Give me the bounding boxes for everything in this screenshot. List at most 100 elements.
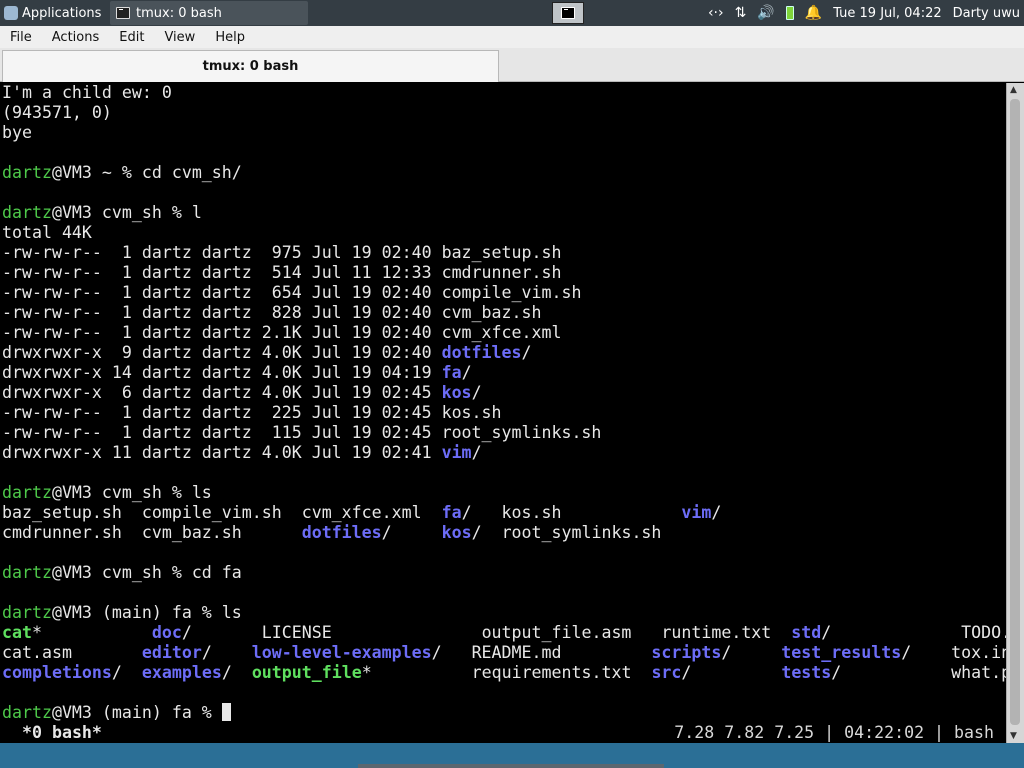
menu-view[interactable]: View bbox=[154, 30, 205, 45]
terminal-text: dartz bbox=[2, 703, 52, 722]
terminal-line: -rw-rw-r-- 1 dartz dartz 975 Jul 19 02:4… bbox=[2, 243, 1006, 263]
terminal-text: dotfiles bbox=[301, 523, 382, 542]
user-name[interactable]: Darty uwu bbox=[953, 6, 1020, 21]
terminal-line: dartz@VM3 (main) fa % bbox=[2, 703, 1006, 723]
menu-edit[interactable]: Edit bbox=[109, 30, 154, 45]
tmux-window-list[interactable]: *0 bash* bbox=[12, 723, 102, 743]
terminal-text: -rw-rw-r-- 1 dartz dartz 654 Jul 19 02:4… bbox=[2, 283, 582, 302]
bottom-dock[interactable] bbox=[358, 764, 664, 768]
terminal-output[interactable]: I'm a child ew: 0 (943571, 0) bye dartz@VM3… bbox=[0, 83, 1006, 743]
system-tray: ‹·› ⇅ 🔊 🔔 Tue 19 Jul, 04:22 Darty uwu bbox=[708, 0, 1024, 26]
terminal-text: / TODO.md bbox=[821, 623, 1006, 642]
terminal-text: @VM3 (main) fa % bbox=[51, 703, 222, 722]
terminal-text: vim bbox=[681, 503, 712, 522]
terminal-text: std bbox=[791, 623, 822, 642]
terminal-cursor bbox=[221, 703, 231, 721]
terminal-text: fa bbox=[441, 363, 462, 382]
terminal-text: -rw-rw-r-- 1 dartz dartz 975 Jul 19 02:4… bbox=[2, 243, 562, 262]
terminal-text: / bbox=[381, 523, 442, 542]
terminal-text: / README.md bbox=[431, 643, 652, 662]
terminal-text: scripts bbox=[651, 643, 722, 662]
terminal-text: / bbox=[201, 643, 252, 662]
scroll-up-arrow-icon[interactable]: ▲ bbox=[1010, 85, 1017, 95]
terminal-text: * bbox=[31, 623, 152, 642]
terminal-text: @VM3 cvm_sh % l bbox=[51, 203, 202, 222]
terminal-line: I'm a child ew: 0 bbox=[2, 83, 1006, 103]
volume-icon[interactable]: 🔊 bbox=[757, 5, 774, 21]
terminal-text: -rw-rw-r-- 1 dartz dartz 225 Jul 19 02:4… bbox=[2, 403, 502, 422]
terminal-text: * requirements.txt bbox=[361, 663, 652, 682]
terminal-line: dartz@VM3 cvm_sh % ls bbox=[2, 483, 1006, 503]
terminal-line: drwxrwxr-x 11 dartz dartz 4.0K Jul 19 02… bbox=[2, 443, 1006, 463]
applications-menu[interactable]: Applications bbox=[0, 0, 105, 26]
menu-bar: File Actions Edit View Help bbox=[0, 26, 1024, 48]
terminal-line: -rw-rw-r-- 1 dartz dartz 225 Jul 19 02:4… bbox=[2, 403, 1006, 423]
terminal-scrollbar[interactable]: ▲ ▼ bbox=[1006, 83, 1024, 743]
workspace-pager[interactable] bbox=[552, 2, 584, 24]
terminal-text: / bbox=[471, 383, 482, 402]
terminal-line: -rw-rw-r-- 1 dartz dartz 828 Jul 19 02:4… bbox=[2, 303, 1006, 323]
menu-help[interactable]: Help bbox=[205, 30, 255, 45]
menu-file[interactable]: File bbox=[0, 30, 42, 45]
tab-bar: tmux: 0 bash bbox=[0, 48, 1024, 82]
terminal-line: total 44K bbox=[2, 223, 1006, 243]
taskbar-window-title: tmux: 0 bash bbox=[136, 5, 222, 21]
terminal-line: baz_setup.sh compile_vim.sh cvm_xfce.xml… bbox=[2, 503, 1006, 523]
terminal-text: total 44K bbox=[2, 223, 92, 242]
terminal-line: completions/ examples/ output_file* requ… bbox=[2, 663, 1006, 683]
desktop-bottom-panel bbox=[0, 743, 1024, 768]
clock[interactable]: Tue 19 Jul, 04:22 bbox=[833, 6, 941, 21]
terminal-text: @VM3 cvm_sh % ls bbox=[51, 483, 212, 502]
network-icon[interactable]: ‹·› bbox=[708, 5, 724, 21]
terminal-text: kos bbox=[441, 383, 472, 402]
terminal-text: drwxrwxr-x 11 dartz dartz 4.0K Jul 19 02… bbox=[2, 443, 442, 462]
terminal-text: / tox.ini bbox=[901, 643, 1006, 662]
terminal-line: dartz@VM3 (main) fa % ls bbox=[2, 603, 1006, 623]
taskbar-window-button[interactable]: tmux: 0 bash bbox=[110, 1, 308, 25]
terminal-line: drwxrwxr-x 14 dartz dartz 4.0K Jul 19 04… bbox=[2, 363, 1006, 383]
terminal-text: drwxrwxr-x 14 dartz dartz 4.0K Jul 19 04… bbox=[2, 363, 442, 382]
battery-icon[interactable] bbox=[785, 6, 794, 20]
terminal-text: dartz bbox=[2, 483, 52, 502]
terminal-text: / LICENSE output_file.asm runtime.txt bbox=[181, 623, 792, 642]
terminal-icon bbox=[561, 7, 575, 19]
terminal-text: tests bbox=[781, 663, 832, 682]
terminal-text: dartz bbox=[2, 203, 52, 222]
terminal-text: / what.py bbox=[831, 663, 1006, 682]
terminal-line: dartz@VM3 ~ % cd cvm_sh/ bbox=[2, 163, 1006, 183]
menu-actions[interactable]: Actions bbox=[42, 30, 110, 45]
terminal-text: low-level-examples bbox=[251, 643, 432, 662]
terminal-text: / bbox=[521, 343, 532, 362]
terminal-text: / bbox=[111, 663, 142, 682]
applications-label: Applications bbox=[22, 5, 102, 21]
terminal-text: / root_symlinks.sh bbox=[471, 523, 662, 542]
tmux-status-right: 7.28 7.82 7.25 | 04:22:02 | bash bbox=[674, 723, 994, 742]
terminal-text: src bbox=[651, 663, 682, 682]
notification-bell-icon[interactable]: 🔔 bbox=[805, 5, 822, 21]
terminal-text: / bbox=[461, 363, 472, 382]
terminal-line: bye bbox=[2, 123, 1006, 143]
top-panel: Applications tmux: 0 bash ‹·› ⇅ 🔊 🔔 Tue … bbox=[0, 0, 1024, 26]
network-transfer-icon[interactable]: ⇅ bbox=[735, 5, 747, 21]
terminal-line: -rw-rw-r-- 1 dartz dartz 115 Jul 19 02:4… bbox=[2, 423, 1006, 443]
terminal-text: @VM3 ~ % cd cvm_sh/ bbox=[51, 163, 242, 182]
terminal-text: / bbox=[721, 643, 782, 662]
terminal-line: cmdrunner.sh cvm_baz.sh dotfiles/ kos/ r… bbox=[2, 523, 1006, 543]
terminal-text: cmdrunner.sh cvm_baz.sh bbox=[2, 523, 302, 542]
terminal-text: dartz bbox=[2, 163, 52, 182]
terminal-text: dartz bbox=[2, 563, 52, 582]
terminal-text: drwxrwxr-x 6 dartz dartz 4.0K Jul 19 02:… bbox=[2, 383, 442, 402]
scrollbar-thumb[interactable] bbox=[1010, 99, 1020, 725]
terminal-text: -rw-rw-r-- 1 dartz dartz 115 Jul 19 02:4… bbox=[2, 423, 602, 442]
xfce-logo-icon bbox=[4, 6, 18, 20]
scroll-down-arrow-icon[interactable]: ▼ bbox=[1010, 731, 1017, 741]
terminal-text: fa bbox=[441, 503, 462, 522]
tab-tmux-bash[interactable]: tmux: 0 bash bbox=[2, 50, 499, 82]
terminal-text: baz_setup.sh compile_vim.sh cvm_xfce.xml bbox=[2, 503, 442, 522]
terminal-text: (943571, 0) bbox=[2, 103, 112, 122]
terminal-text: completions bbox=[2, 663, 112, 682]
